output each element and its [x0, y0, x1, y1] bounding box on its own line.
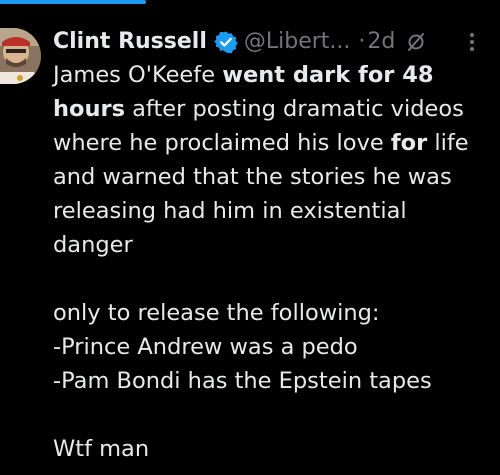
tweet[interactable]: Clint Russell @Libert... · 2d James O'Ke… — [0, 4, 500, 475]
tweet-timestamp[interactable]: 2d — [367, 26, 395, 58]
author-display-name[interactable]: Clint Russell — [53, 26, 207, 58]
highlighted-text: for — [390, 130, 428, 156]
tweet-line: where he proclaimed his love for life — [53, 126, 493, 160]
tweet-line: -Pam Bondi has the Epstein tapes — [53, 368, 432, 394]
grok-icon[interactable] — [405, 31, 427, 53]
tweet-text-segment: after posting dramatic videos — [124, 96, 464, 122]
avatar-image — [0, 28, 41, 84]
tweet-line: danger — [53, 232, 133, 258]
tweet-line: hours after posting dramatic videos — [53, 92, 493, 126]
tweet-text-segment: life — [427, 130, 469, 156]
tweet-header: Clint Russell @Libert... · 2d — [53, 26, 480, 58]
tweet-line: only to release the following: — [53, 300, 380, 326]
author-handle[interactable]: @Libert... — [244, 26, 351, 58]
tweet-line: releasing had him in existential — [53, 198, 407, 224]
separator-dot: · — [358, 29, 366, 54]
tweet-line: James O'Keefe went dark for 48 — [53, 58, 493, 92]
tweet-line: -Prince Andrew was a pedo — [53, 334, 358, 360]
more-options-icon[interactable] — [460, 30, 484, 54]
tweet-line: Wtf man — [53, 436, 150, 462]
highlighted-text: hours — [53, 96, 125, 122]
avatar[interactable] — [0, 28, 41, 84]
highlighted-text: went dark for 48 — [222, 62, 434, 88]
tweet-text-segment: James O'Keefe — [53, 62, 223, 88]
tweet-line: and warned that the stories he was — [53, 164, 452, 190]
tweet-body: James O'Keefe went dark for 48 hours aft… — [53, 58, 493, 466]
tweet-text-segment: where he proclaimed his love — [53, 130, 391, 156]
verified-badge-icon — [214, 30, 238, 54]
